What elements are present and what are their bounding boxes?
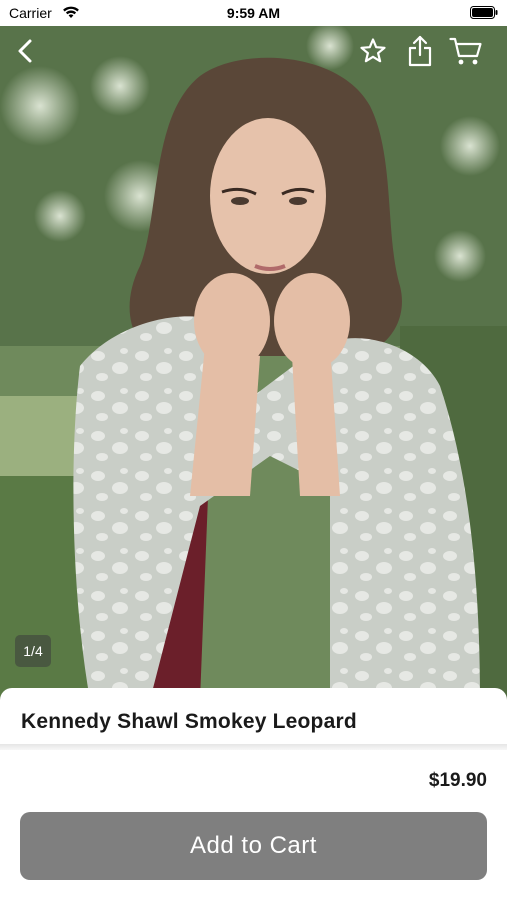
cart-icon — [449, 36, 483, 71]
chevron-left-icon — [16, 38, 34, 69]
product-price: $19.90 — [428, 770, 487, 791]
product-photo — [0, 26, 507, 700]
product-details-sheet: Kennedy Shawl Smokey Leopard $19.90 Add … — [0, 688, 507, 900]
product-title: Kennedy Shawl Smokey Leopard — [21, 710, 357, 733]
star-icon — [359, 37, 387, 70]
cart-button[interactable] — [446, 36, 486, 70]
status-bar: Carrier 9:59 AM — [0, 0, 507, 26]
add-to-cart-button[interactable]: Add to Cart — [20, 812, 487, 880]
back-button[interactable] — [8, 36, 42, 70]
page-indicator: 1/4 — [15, 635, 51, 667]
share-icon — [407, 35, 433, 72]
divider — [0, 744, 507, 750]
favorite-button[interactable] — [356, 36, 390, 70]
battery-icon — [470, 6, 498, 22]
status-time: 9:59 AM — [226, 5, 281, 21]
share-button[interactable] — [403, 34, 437, 72]
product-image-gallery[interactable]: 1/4 — [0, 26, 507, 700]
